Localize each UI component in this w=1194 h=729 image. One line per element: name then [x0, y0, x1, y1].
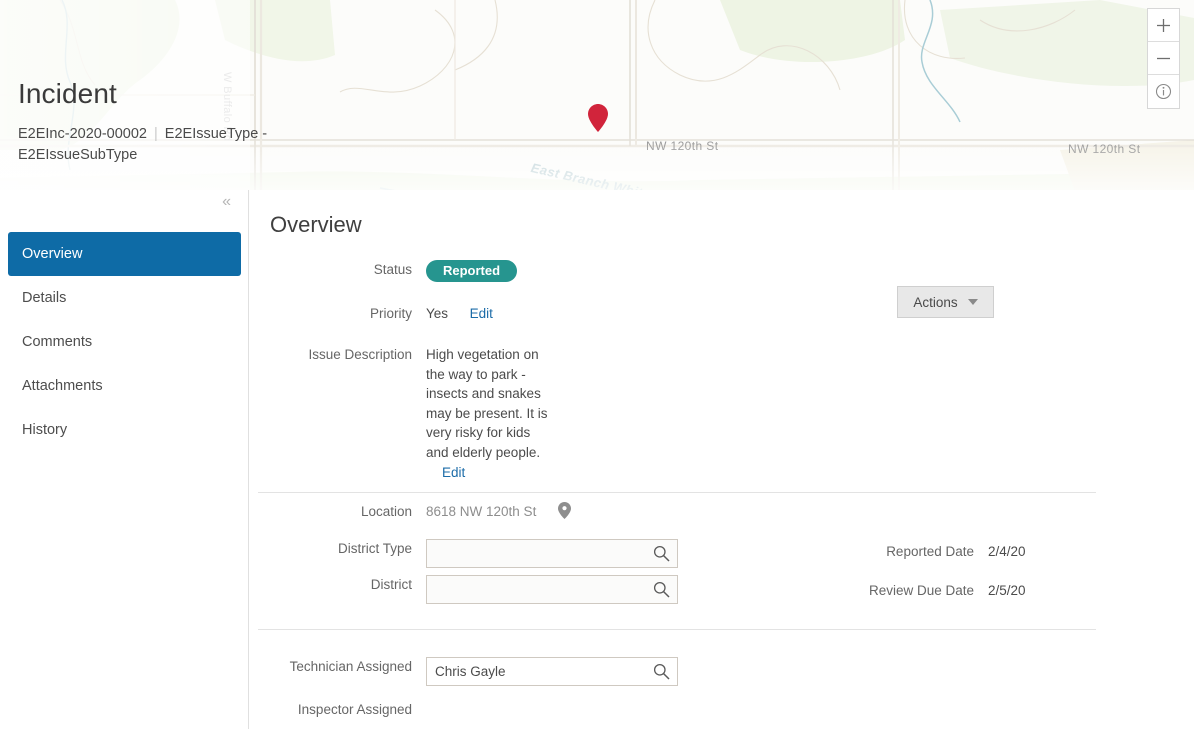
issue-description-value: High vegetation on the way to park - ins…: [426, 347, 548, 460]
sidebar-item-overview[interactable]: Overview: [8, 232, 241, 276]
field-row-reported-date: Reported Date 2/4/20: [828, 542, 1026, 562]
sidebar-item-label: History: [22, 422, 68, 438]
reported-date-label: Reported Date: [886, 544, 974, 559]
field-row-priority: Priority Yes Edit: [262, 304, 493, 324]
sidebar-item-label: Details: [22, 290, 67, 306]
subtitle-separator: |: [154, 126, 158, 142]
reported-date-value: 2/4/20: [988, 544, 1026, 559]
review-due-date-label: Review Due Date: [868, 583, 974, 598]
section-divider-1: [258, 492, 1096, 493]
info-icon[interactable]: [1148, 75, 1179, 108]
district-input[interactable]: [427, 576, 651, 603]
issue-description-label: Issue Description: [308, 347, 412, 362]
field-row-district-type: District Type: [262, 539, 678, 568]
field-row-review-due-date: Review Due Date 2/5/20: [828, 581, 1026, 601]
district-field[interactable]: [426, 575, 678, 604]
field-row-issue-description: Issue Description High vegetation on the…: [262, 345, 556, 482]
search-icon[interactable]: [653, 663, 670, 685]
sidebar: « Overview Details Comments Attachments …: [0, 190, 249, 729]
issue-description-block: High vegetation on the way to park - ins…: [426, 345, 556, 482]
sidebar-item-attachments[interactable]: Attachments: [8, 364, 241, 408]
overview-heading: Overview: [270, 212, 362, 237]
priority-label: Priority: [369, 306, 412, 321]
map-street-label: NW 120th St: [646, 139, 719, 153]
chevron-down-icon: [967, 299, 978, 305]
status-value-wrap: Reported: [426, 260, 518, 282]
sidebar-nav: Overview Details Comments Attachments Hi…: [0, 232, 249, 452]
search-icon[interactable]: [653, 581, 670, 603]
zoom-in-icon[interactable]: [1148, 9, 1179, 42]
location-value: 8618 NW 120th St: [426, 504, 537, 519]
actions-button[interactable]: Actions: [897, 286, 994, 318]
section-divider-2: [258, 629, 1096, 630]
sidebar-item-label: Comments: [22, 334, 93, 350]
district-type-label: District Type: [337, 541, 412, 556]
sidebar-item-details[interactable]: Details: [8, 276, 241, 320]
record-subtitle: E2EInc-2020-00002 | E2EIssueType - E2EIssu…: [18, 124, 318, 166]
record-id: E2EInc-2020-00002: [18, 126, 147, 142]
field-row-inspector-assigned: Inspector Assigned: [262, 700, 678, 729]
priority-value: Yes: [426, 306, 449, 321]
zoom-out-icon[interactable]: [1148, 42, 1179, 75]
actions-button-label: Actions: [913, 294, 958, 310]
map-controls[interactable]: [1147, 8, 1180, 109]
map-pin-marker[interactable]: [588, 104, 608, 132]
sidebar-item-label: Attachments: [22, 378, 103, 394]
status-label: Status: [373, 262, 412, 277]
sidebar-item-history[interactable]: History: [8, 408, 241, 452]
technician-assigned-input[interactable]: [427, 658, 651, 685]
field-row-district: District: [262, 575, 678, 604]
issue-description-edit-wrap: Edit: [426, 462, 556, 482]
status-badge: Reported: [426, 260, 518, 282]
search-icon[interactable]: [653, 545, 670, 567]
edit-issue-description-link[interactable]: Edit: [442, 465, 465, 480]
location-label: Location: [360, 504, 412, 519]
map-pin-icon[interactable]: [558, 502, 572, 525]
sidebar-item-label: Overview: [22, 246, 83, 262]
field-row-location: Location 8618 NW 120th St: [262, 502, 572, 525]
technician-assigned-label: Technician Assigned: [289, 659, 412, 674]
page-title: Incident: [18, 78, 117, 109]
priority-value-wrap: Yes Edit: [426, 304, 493, 324]
district-type-field[interactable]: [426, 539, 678, 568]
field-row-technician-assigned: Technician Assigned: [262, 657, 678, 686]
review-due-date-value: 2/5/20: [988, 583, 1026, 598]
district-type-input[interactable]: [427, 540, 651, 567]
overview-panel: Overview Actions Status Reported Priorit…: [250, 190, 1194, 729]
sidebar-item-comments[interactable]: Comments: [8, 320, 241, 364]
field-row-status: Status Reported: [262, 260, 518, 282]
district-label: District: [370, 577, 412, 592]
map-street-label-right: NW 120th St: [1068, 142, 1141, 156]
page-header: Incident E2EInc-2020-00002 | E2EIssueType …: [0, 0, 267, 190]
edit-priority-link[interactable]: Edit: [470, 306, 493, 321]
inspector-assigned-label: Inspector Assigned: [297, 702, 412, 717]
location-value-wrap: 8618 NW 120th St: [426, 502, 572, 525]
technician-assigned-field[interactable]: [426, 657, 678, 686]
collapse-sidebar-icon[interactable]: «: [222, 193, 231, 211]
